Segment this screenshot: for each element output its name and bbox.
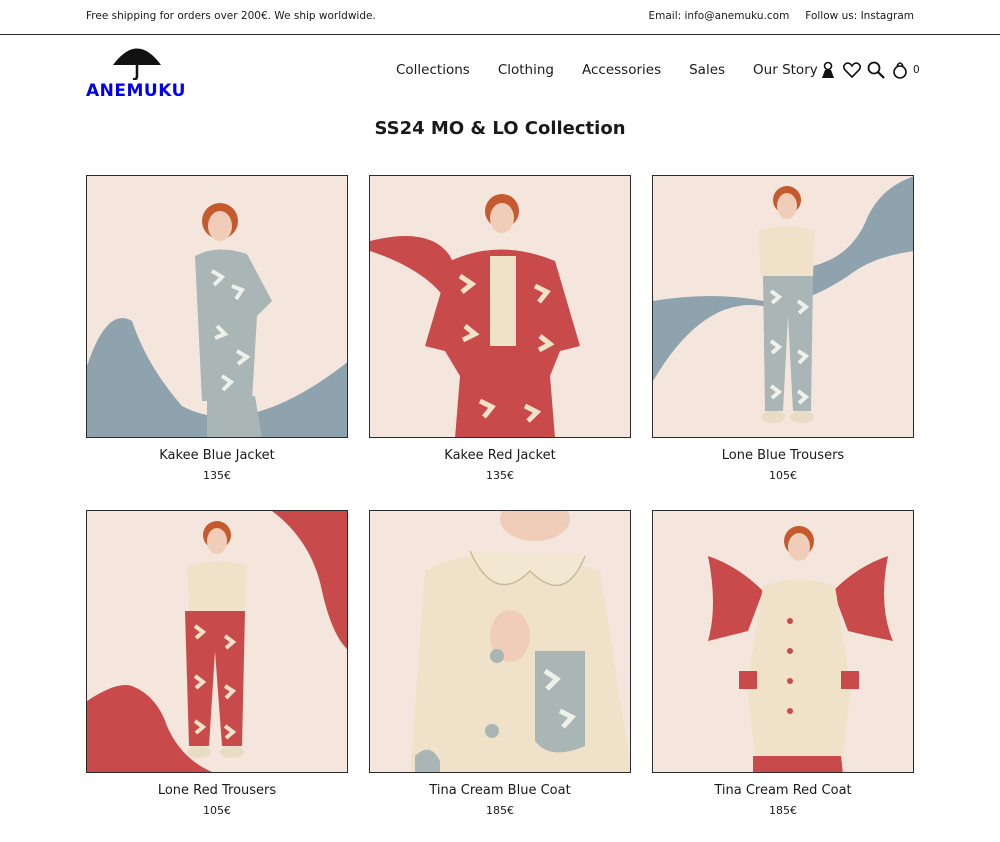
product-price: 185€ [769, 804, 797, 817]
site-header: ANEMUKU Collections Clothing Accessories… [0, 36, 1000, 106]
product-price: 135€ [203, 469, 231, 482]
decor-wave [272, 511, 347, 649]
brand-logo[interactable]: ANEMUKU [84, 46, 185, 101]
nav-clothing[interactable]: Clothing [498, 62, 554, 78]
product-image[interactable] [652, 175, 914, 438]
user-icon[interactable] [819, 60, 837, 80]
decor-wing-right [833, 556, 893, 641]
product-name[interactable]: Kakee Red Jacket [369, 448, 631, 463]
topbar-links: Email: info@anemuku.com Follow us: Insta… [648, 10, 914, 22]
product-name[interactable]: Tina Cream Blue Coat [369, 783, 631, 798]
nav-collections[interactable]: Collections [396, 62, 470, 78]
product-name[interactable]: Lone Blue Trousers [652, 448, 914, 463]
product-card[interactable]: Kakee Red Jacket 135€ [369, 175, 631, 482]
product-image[interactable] [369, 175, 631, 438]
nav-our-story[interactable]: Our Story [753, 62, 818, 78]
product-card[interactable]: Lone Red Trousers 105€ [86, 510, 348, 817]
product-image[interactable] [86, 175, 348, 438]
cart-count: 0 [913, 64, 920, 76]
product-price: 105€ [769, 469, 797, 482]
email-link[interactable]: Email: info@anemuku.com [648, 10, 789, 22]
announcement-bar: Free shipping for orders over 200€. We s… [0, 0, 1000, 35]
instagram-link[interactable]: Follow us: Instagram [805, 10, 914, 22]
collection-title: SS24 MO & LO Collection [374, 118, 626, 139]
product-card[interactable]: Kakee Blue Jacket 135€ [86, 175, 348, 482]
nav-accessories[interactable]: Accessories [582, 62, 661, 78]
product-card[interactable]: Tina Cream Red Coat 185€ [652, 510, 914, 817]
product-card[interactable]: Lone Blue Trousers 105€ [652, 175, 914, 482]
shipping-notice: Free shipping for orders over 200€. We s… [86, 10, 376, 22]
product-price: 105€ [203, 804, 231, 817]
product-image[interactable] [86, 510, 348, 773]
main-nav: Collections Clothing Accessories Sales O… [396, 62, 818, 78]
product-name[interactable]: Tina Cream Red Coat [652, 783, 914, 798]
product-image[interactable] [369, 510, 631, 773]
umbrella-icon [113, 48, 161, 80]
decor-wing-left [708, 556, 763, 641]
product-price: 135€ [486, 469, 514, 482]
heart-icon[interactable] [843, 60, 861, 80]
product-image[interactable] [652, 510, 914, 773]
brand-name: ANEMUKU [86, 81, 186, 101]
cart-icon[interactable] [891, 60, 909, 80]
product-name[interactable]: Kakee Blue Jacket [86, 448, 348, 463]
product-price: 185€ [486, 804, 514, 817]
search-icon[interactable] [867, 60, 885, 80]
product-card[interactable]: Tina Cream Blue Coat 185€ [369, 510, 631, 817]
nav-sales[interactable]: Sales [689, 62, 725, 78]
header-icons: 0 [819, 60, 920, 80]
product-name[interactable]: Lone Red Trousers [86, 783, 348, 798]
